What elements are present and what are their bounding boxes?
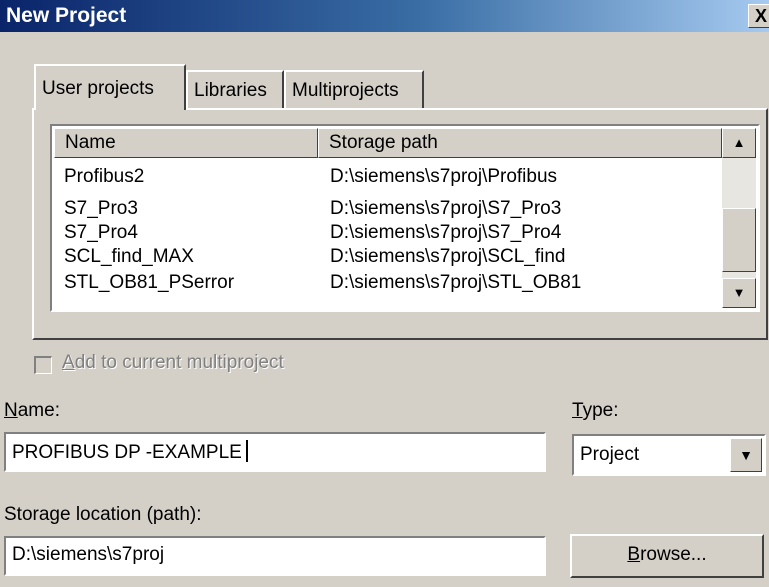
close-button[interactable]: X — [748, 4, 769, 28]
project-path: D:\siemens\s7proj\S7_Pro4 — [330, 222, 562, 243]
list-item[interactable]: Profibus2 D:\siemens\s7proj\Profibus — [52, 166, 712, 192]
list-item[interactable]: STL_OB81_PSerror D:\siemens\s7proj\STL_O… — [52, 272, 712, 298]
vertical-scrollbar[interactable]: ▲ ▼ — [722, 128, 756, 308]
project-path: D:\siemens\s7proj\S7_Pro3 — [330, 198, 562, 219]
name-input[interactable]: PROFIBUS DP -EXAMPLE — [4, 432, 546, 472]
type-label: Type: — [572, 400, 619, 421]
project-name: STL_OB81_PSerror — [64, 272, 235, 293]
type-select[interactable]: Project ▼ — [572, 434, 766, 476]
name-input-value: PROFIBUS DP -EXAMPLE — [12, 442, 242, 463]
tab-label: Libraries — [194, 80, 267, 101]
project-list[interactable]: Name Storage path Profibus2 D:\siemens\s… — [50, 124, 760, 312]
project-name: SCL_find_MAX — [64, 246, 194, 267]
list-item[interactable]: SCL_find_MAX D:\siemens\s7proj\SCL_find — [52, 246, 712, 272]
tab-libraries[interactable]: Libraries — [186, 70, 284, 108]
title-bar: New Project X — [0, 0, 769, 32]
list-item[interactable]: S7_Pro4 D:\siemens\s7proj\S7_Pro4 — [52, 222, 712, 248]
tab-multiprojects[interactable]: Multiprojects — [284, 70, 424, 108]
storage-location-label: Storage location (path): — [4, 504, 202, 525]
column-header-name[interactable]: Name — [54, 128, 318, 158]
name-label: Name: — [4, 400, 60, 421]
add-to-multiproject-label: Add to current multiproject — [62, 352, 284, 373]
window-title: New Project — [6, 4, 127, 27]
project-name: S7_Pro4 — [64, 222, 138, 243]
project-name: S7_Pro3 — [64, 198, 138, 219]
scroll-up-icon[interactable]: ▲ — [722, 128, 756, 158]
add-to-multiproject-checkbox[interactable] — [34, 356, 52, 374]
column-header-storage-path[interactable]: Storage path — [318, 128, 722, 158]
text-caret — [245, 440, 248, 462]
storage-location-value: D:\siemens\s7proj — [12, 544, 165, 565]
project-path: D:\siemens\s7proj\Profibus — [330, 166, 558, 187]
project-path: D:\siemens\s7proj\STL_OB81 — [330, 272, 582, 293]
chevron-down-icon[interactable]: ▼ — [730, 438, 762, 472]
tab-label: User projects — [42, 78, 154, 99]
type-select-value: Project — [580, 444, 640, 465]
project-path: D:\siemens\s7proj\SCL_find — [330, 246, 566, 267]
scroll-thumb[interactable] — [722, 208, 756, 272]
scroll-down-icon[interactable]: ▼ — [722, 278, 756, 308]
browse-button[interactable]: Browse... — [570, 534, 764, 578]
list-item[interactable]: S7_Pro3 D:\siemens\s7proj\S7_Pro3 — [52, 198, 712, 224]
project-name: Profibus2 — [64, 166, 145, 187]
tab-label: Multiprojects — [292, 80, 399, 101]
storage-location-input[interactable]: D:\siemens\s7proj — [4, 536, 546, 576]
tab-panel: Name Storage path Profibus2 D:\siemens\s… — [32, 108, 768, 340]
tab-user-projects[interactable]: User projects — [34, 64, 186, 110]
